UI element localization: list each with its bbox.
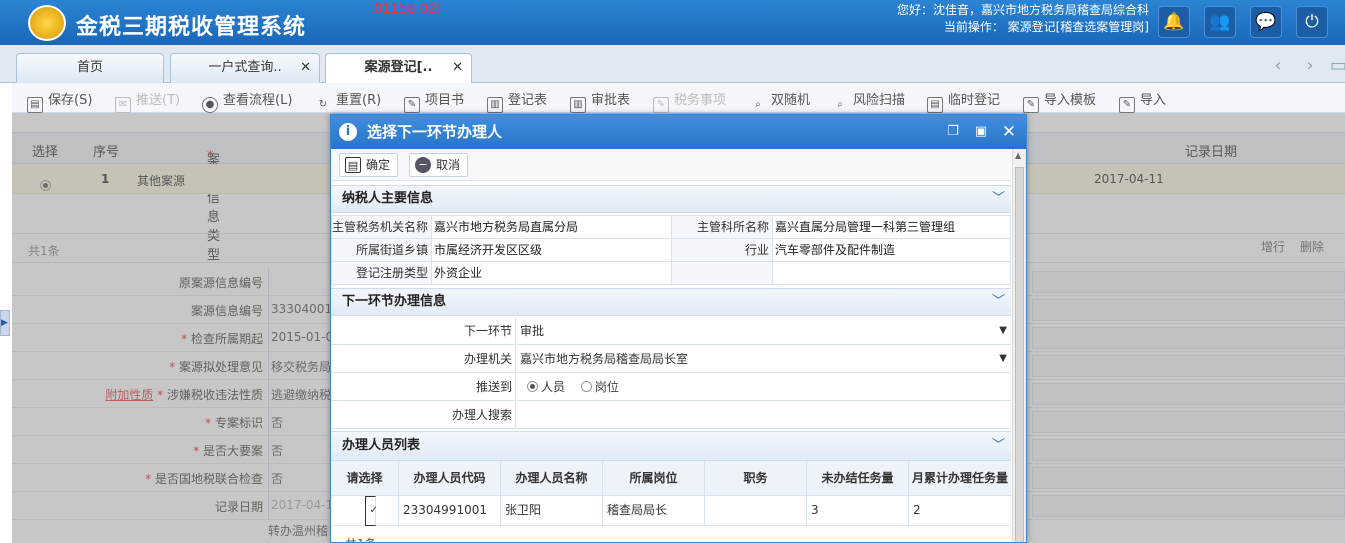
tab-home[interactable]: 首页 [16, 53, 164, 83]
radio-post[interactable]: 岗位 [580, 380, 619, 394]
user-info: 您好：沈佳音，嘉兴市地方税务局稽查局综合科 当前操作： 案源登记[稽查选案管理岗… [897, 2, 1149, 36]
reset-button[interactable]: ↻ 重置(R) [315, 89, 381, 114]
regtype-value: 外资企业 [431, 261, 672, 285]
send-to-radio-group: 人员 岗位 [517, 374, 1011, 401]
dropdown-arrow-icon[interactable]: ▼ [999, 318, 1007, 344]
tax-matters-button[interactable]: ✎ 税务事项 [653, 89, 726, 113]
app-title: 金税三期税收管理系统 [76, 15, 307, 40]
list-count: 共1条 [345, 535, 377, 542]
cancel-button[interactable]: − 取消 [409, 153, 469, 177]
action-toolbar: ▤ 保存(S) ✉ 推送(T) ● 查看流程(L) ↻ 重置(R) ✎ 项目书 ▥ 登记表 … [12, 83, 1345, 113]
double-random-button[interactable]: ⌕ 双随机 [750, 89, 810, 114]
section-handler-list[interactable]: 办理人员列表 ﹀ [331, 431, 1011, 461]
dialog-title: 选择下一环节办理人 [367, 123, 503, 141]
select-handler-dialog: i 选择下一环节办理人 ❐ ▣ ✕ ▤ 确定 − 取消 纳税人主要信息 ﹀ 主管税务机… [330, 114, 1027, 543]
row-checkbox[interactable]: ✓ [331, 496, 399, 526]
scroll-up-icon[interactable]: ▲ [1015, 151, 1021, 160]
table-row[interactable]: ✓ 23304991001 张卫阳 稽查局局长 3 2 [331, 496, 1011, 526]
dialog-scrollbar[interactable]: ▲ [1012, 149, 1026, 542]
tab-bar: 首页 一户式查询.. ✕ 案源登记[.. ✕ ‹ › ▭ [0, 45, 1345, 83]
tab-case-registration[interactable]: 案源登记[.. ✕ [325, 53, 472, 83]
chat-icon[interactable]: 💬 [1250, 6, 1282, 38]
org-value: 嘉兴市地方税务局直属分局 [431, 215, 672, 239]
temp-register-button[interactable]: ▤ 临时登记 [927, 89, 1000, 113]
save-icon: ▤ [27, 97, 43, 113]
scroll-thumb[interactable] [1015, 167, 1024, 542]
street-value: 市属经济开发区区级 [431, 238, 672, 262]
industry-value: 汽车零部件及配件制造 [772, 238, 1011, 262]
dept-value: 嘉兴直属分局管理一科第三管理组 [772, 215, 1011, 239]
greeting-text: 您好：沈佳音，嘉兴市地方税务局稽查局综合科 [896, 3, 1149, 17]
document-icon: ▤ [927, 97, 943, 113]
restore-icon[interactable]: ❐ [945, 124, 961, 140]
dialog-button-bar: ▤ 确定 − 取消 [331, 149, 1011, 181]
agency-select[interactable]: 嘉兴市地方税务局稽查局局长室 ▼ [517, 346, 1011, 373]
tab-account-query[interactable]: 一户式查询.. ✕ [170, 53, 320, 83]
bell-icon[interactable]: 🔔 [1158, 6, 1190, 38]
close-icon[interactable]: ✕ [1001, 124, 1017, 141]
dialog-titlebar: i 选择下一环节办理人 ❐ ▣ ✕ [331, 115, 1026, 149]
section-next-step-info[interactable]: 下一环节办理信息 ﹀ [331, 288, 1011, 316]
side-collapse-handle[interactable]: ▶ [0, 310, 10, 336]
project-book-button[interactable]: ✎ 项目书 [404, 89, 464, 113]
power-icon[interactable]: ⏻ [1296, 6, 1328, 38]
users-icon[interactable]: 👥 [1204, 6, 1236, 38]
approval-form-button[interactable]: ▥ 审批表 [570, 89, 630, 113]
mail-icon: ✉ [115, 97, 131, 113]
chevron-down-icon[interactable]: ﹀ [992, 289, 1005, 315]
edit-icon: ✎ [1023, 97, 1039, 113]
dropdown-arrow-icon[interactable]: ▼ [999, 346, 1007, 372]
edit-icon: ✎ [404, 97, 420, 113]
app-header: 金税三期税收管理系统 .01158.02) 您好：沈佳音，嘉兴市地方税务局稽查局… [0, 0, 1345, 45]
confirm-button[interactable]: ▤ 确定 [339, 153, 399, 177]
section-taxpayer-info[interactable]: 纳税人主要信息 ﹀ [331, 185, 1011, 213]
tax-emblem-logo [28, 5, 66, 41]
tab-next-icon[interactable]: › [1298, 55, 1322, 79]
eye-icon: ● [202, 97, 218, 113]
current-operation: 当前操作： 案源登记[稽查选案管理岗] [943, 20, 1149, 34]
close-icon[interactable]: ✕ [300, 54, 311, 82]
save-button[interactable]: ▤ 保存(S) [27, 89, 92, 113]
close-icon[interactable]: ✕ [452, 54, 463, 82]
print-icon: ▥ [487, 97, 503, 113]
search-icon: ⌕ [837, 99, 843, 110]
edit-icon: ✎ [653, 97, 669, 113]
print-icon: ▥ [570, 97, 586, 113]
search-icon: ⌕ [755, 99, 761, 110]
edit-icon: ✎ [1119, 97, 1135, 113]
checkbox-icon: ✓ [364, 496, 378, 526]
maximize-icon[interactable]: ▣ [973, 124, 989, 140]
handler-search-input[interactable] [517, 402, 1011, 429]
push-button[interactable]: ✉ 推送(T) [115, 89, 180, 113]
chevron-down-icon[interactable]: ﹀ [992, 186, 1005, 212]
risk-scan-button[interactable]: ⌕ 风险扫描 [832, 89, 905, 114]
chevron-down-icon[interactable]: ﹀ [992, 432, 1005, 460]
import-button[interactable]: ✎ 导入 [1119, 89, 1166, 113]
tab-prev-icon[interactable]: ‹ [1266, 55, 1290, 79]
view-flow-button[interactable]: ● 查看流程(L) [202, 89, 292, 113]
minus-circle-icon: − [415, 157, 431, 173]
import-template-button[interactable]: ✎ 导入模板 [1023, 89, 1096, 113]
tab-menu-icon[interactable]: ▭ [1330, 55, 1345, 79]
radio-person[interactable]: 人员 [527, 380, 565, 394]
info-icon: i [339, 123, 357, 141]
save-icon: ▤ [345, 157, 361, 173]
register-form-button[interactable]: ▥ 登记表 [487, 89, 547, 113]
version-code: .01158.02) [370, 2, 442, 17]
handler-list-header: 请选择 办理人员代码 办理人员名称 所属岗位 职务 未办结任务量 月累计办理任务… [331, 461, 1011, 496]
refresh-icon: ↻ [318, 99, 328, 110]
next-step-select[interactable]: 审批 ▼ [517, 318, 1011, 345]
